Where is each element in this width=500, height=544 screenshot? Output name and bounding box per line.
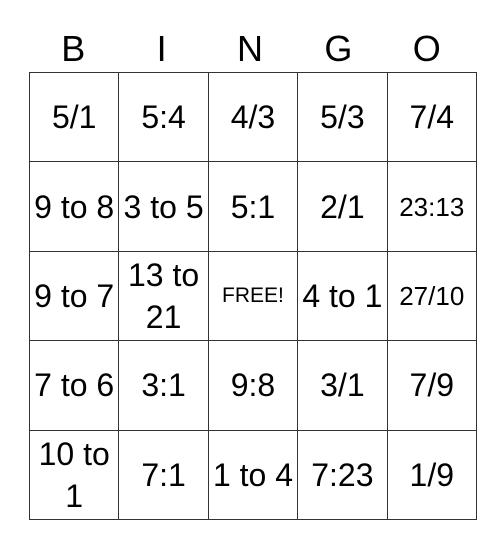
bingo-cell: 1/9	[386, 429, 477, 520]
bingo-cell: 5/1	[28, 71, 120, 163]
bingo-cell: 7/4	[386, 71, 477, 163]
bingo-cell: 13 to 21	[118, 250, 209, 342]
bingo-cell: 1 to 4	[207, 429, 299, 520]
free-space-cell: FREE!	[207, 250, 299, 342]
bingo-row: 10 to 1 7:1 1 to 4 7:23 1/9	[28, 429, 477, 520]
bingo-cell: 9:8	[207, 340, 299, 431]
bingo-cell: 27/10	[386, 250, 477, 342]
header-letter-b: B	[61, 28, 86, 69]
bingo-row: 7 to 6 3:1 9:8 3/1 7/9	[28, 340, 477, 431]
bingo-cell: 9 to 7	[28, 250, 120, 342]
bingo-cell: 5:4	[118, 71, 209, 163]
bingo-cell: 3:1	[118, 340, 209, 431]
bingo-cell: 3/1	[297, 340, 388, 431]
header-letter-i: I	[156, 28, 167, 69]
header-letter-o: O	[412, 28, 441, 69]
bingo-cell: 5:1	[207, 161, 299, 252]
bingo-grid: 5/1 5:4 4/3 5/3 7/4 9 to 83 to 5 5:1 2/1 23:13 9 …	[28, 71, 477, 520]
bingo-cell: 7/9	[386, 340, 477, 431]
header-letter-g: G	[324, 28, 353, 69]
bingo-header: B I N G O	[29, 26, 471, 72]
bingo-cell: 3 to 5	[118, 161, 209, 252]
bingo-cell: 7:23	[297, 429, 388, 520]
bingo-cell: 4 to 1	[297, 250, 388, 342]
bingo-cell: 5/3	[297, 71, 388, 163]
bingo-cell: 7:1	[118, 429, 209, 520]
header-letter-n: N	[236, 28, 263, 69]
bingo-cell: 4/3	[207, 71, 299, 163]
bingo-row: 9 to 7 13 to 21 FREE! 4 to 1 27/10	[28, 250, 477, 342]
bingo-cell: 7 to 6	[28, 340, 120, 431]
bingo-cell: 9 to 8	[28, 161, 120, 252]
bingo-cell: 2/1	[297, 161, 388, 252]
bingo-cell: 23:13	[386, 161, 477, 252]
bingo-row: 5/1 5:4 4/3 5/3 7/4	[28, 71, 477, 163]
bingo-row: 9 to 83 to 5 5:1 2/1 23:13	[28, 161, 477, 252]
bingo-cell: 10 to 1	[28, 429, 120, 520]
